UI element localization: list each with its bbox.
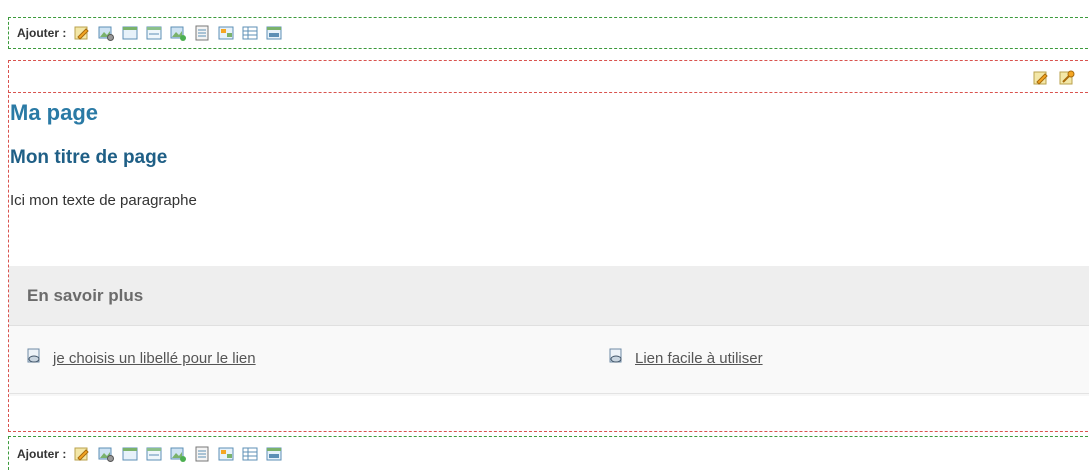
layout-block-icon[interactable]	[120, 444, 140, 464]
more-info-header: En savoir plus	[9, 266, 1089, 326]
section-title: Mon titre de page	[10, 147, 168, 168]
paragraph-text: Ici mon texte de paragraphe	[10, 192, 197, 209]
table-block-icon[interactable]	[240, 444, 260, 464]
table-block-icon[interactable]	[240, 23, 260, 43]
block-toolbar-divider	[8, 92, 1089, 93]
edit-text-icon[interactable]	[72, 444, 92, 464]
list-block-icon[interactable]	[192, 23, 212, 43]
gallery-icon[interactable]	[216, 444, 236, 464]
layout-block-icon[interactable]	[120, 23, 140, 43]
more-link-1-label: je choisis un libellé pour le lien	[53, 349, 256, 367]
more-link-2-label: Lien facile à utiliser	[635, 349, 763, 367]
add-label: Ajouter :	[17, 446, 67, 461]
html-block-icon[interactable]	[264, 23, 284, 43]
link-document-icon	[607, 347, 625, 369]
edit-pencil-icon[interactable]	[1031, 68, 1051, 88]
page-title: Ma page	[10, 100, 99, 125]
block-tools	[1031, 68, 1081, 88]
image-settings-icon[interactable]	[96, 23, 116, 43]
html-block-icon[interactable]	[264, 444, 284, 464]
more-info-links: je choisis un libellé pour le lien Lien …	[9, 326, 1089, 394]
more-link-1[interactable]: je choisis un libellé pour le lien	[25, 347, 256, 369]
edit-text-icon[interactable]	[72, 23, 92, 43]
image-add-icon[interactable]	[168, 444, 188, 464]
link-document-icon	[25, 347, 43, 369]
edit-settings-icon[interactable]	[1057, 68, 1077, 88]
add-label: Ajouter :	[17, 26, 67, 40]
window-block-icon[interactable]	[144, 444, 164, 464]
add-toolbar-top: Ajouter :	[8, 17, 1089, 49]
image-settings-icon[interactable]	[96, 444, 116, 464]
add-toolbar-bottom: Ajouter :	[8, 436, 1089, 470]
more-link-2[interactable]: Lien facile à utiliser	[607, 347, 763, 369]
list-block-icon[interactable]	[192, 444, 212, 464]
gallery-icon[interactable]	[216, 23, 236, 43]
window-block-icon[interactable]	[144, 23, 164, 43]
more-info-panel: En savoir plus je choisis un libellé pou…	[9, 266, 1089, 396]
image-add-icon[interactable]	[168, 23, 188, 43]
